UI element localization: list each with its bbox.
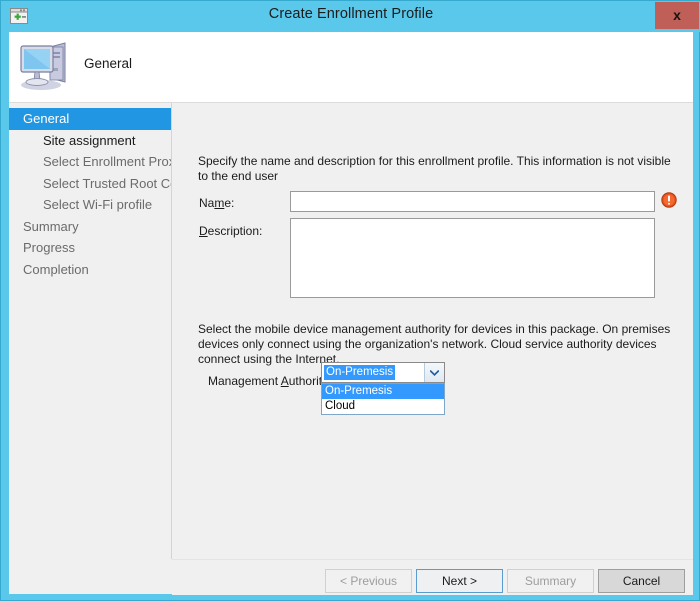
management-authority-label: Management Authority [208, 374, 328, 388]
dialog-window: Create Enrollment Profile x General Gene… [0, 0, 700, 601]
description-input[interactable] [290, 218, 655, 298]
management-authority-dropdown-list[interactable]: On-Premesis Cloud [321, 383, 445, 415]
wizard-sidebar: General Site assignment Select Enrollmen… [9, 103, 172, 594]
management-authority-selected-value: On-Premesis [324, 365, 396, 380]
auth-label-pre: Management [208, 374, 281, 388]
dialog-client-area: General General Site assignment Select E… [9, 32, 693, 595]
wizard-main-pane: Specify the name and description for thi… [172, 103, 693, 558]
management-authority-select[interactable]: On-Premesis [321, 362, 445, 383]
next-button[interactable]: Next > [416, 569, 503, 593]
footer-left-padding [9, 559, 172, 594]
intro-text: Specify the name and description for thi… [198, 154, 671, 183]
description-label-accesskey: D [199, 224, 208, 238]
management-authority-text: Select the mobile device management auth… [198, 322, 671, 366]
chevron-down-icon[interactable] [424, 363, 444, 382]
sidebar-item-wifi-profile[interactable]: Select Wi-Fi profile [9, 194, 171, 216]
description-label: Description: [199, 224, 262, 238]
name-label: Name: [199, 196, 234, 210]
dialog-banner: General [9, 32, 693, 103]
dropdown-option-cloud[interactable]: Cloud [322, 399, 444, 414]
window-title: Create Enrollment Profile [268, 6, 434, 22]
sidebar-item-enrollment-proxy[interactable]: Select Enrollment Proxy P [9, 151, 171, 173]
wizard-step-list: General Site assignment Select Enrollmen… [9, 108, 171, 280]
sidebar-item-general[interactable]: General [9, 108, 171, 130]
close-icon[interactable]: x [655, 2, 699, 29]
previous-button[interactable]: < Previous [325, 569, 412, 593]
sidebar-item-completion[interactable]: Completion [9, 259, 171, 281]
name-label-pre: Na [199, 196, 215, 210]
cancel-button[interactable]: Cancel [598, 569, 685, 593]
name-label-accesskey: m [214, 196, 225, 210]
sidebar-item-trusted-root-cert[interactable]: Select Trusted Root Certif [9, 173, 171, 195]
sidebar-item-site-assignment[interactable]: Site assignment [9, 130, 171, 152]
description-label-post: escription: [207, 224, 263, 238]
dropdown-option-on-premesis[interactable]: On-Premesis [322, 384, 444, 399]
wizard-footer: < Previous Next > Summary Cancel [172, 559, 693, 595]
computer-icon [17, 38, 75, 94]
error-exclamation-icon [661, 192, 677, 208]
page-title: General [84, 56, 133, 71]
sidebar-item-summary[interactable]: Summary [9, 216, 171, 238]
name-label-post: e: [224, 196, 235, 210]
auth-label-accesskey: A [280, 374, 289, 388]
name-input[interactable] [290, 191, 655, 212]
summary-button[interactable]: Summary [507, 569, 594, 593]
title-bar: Create Enrollment Profile x [1, 1, 700, 32]
sidebar-item-progress[interactable]: Progress [9, 237, 171, 259]
